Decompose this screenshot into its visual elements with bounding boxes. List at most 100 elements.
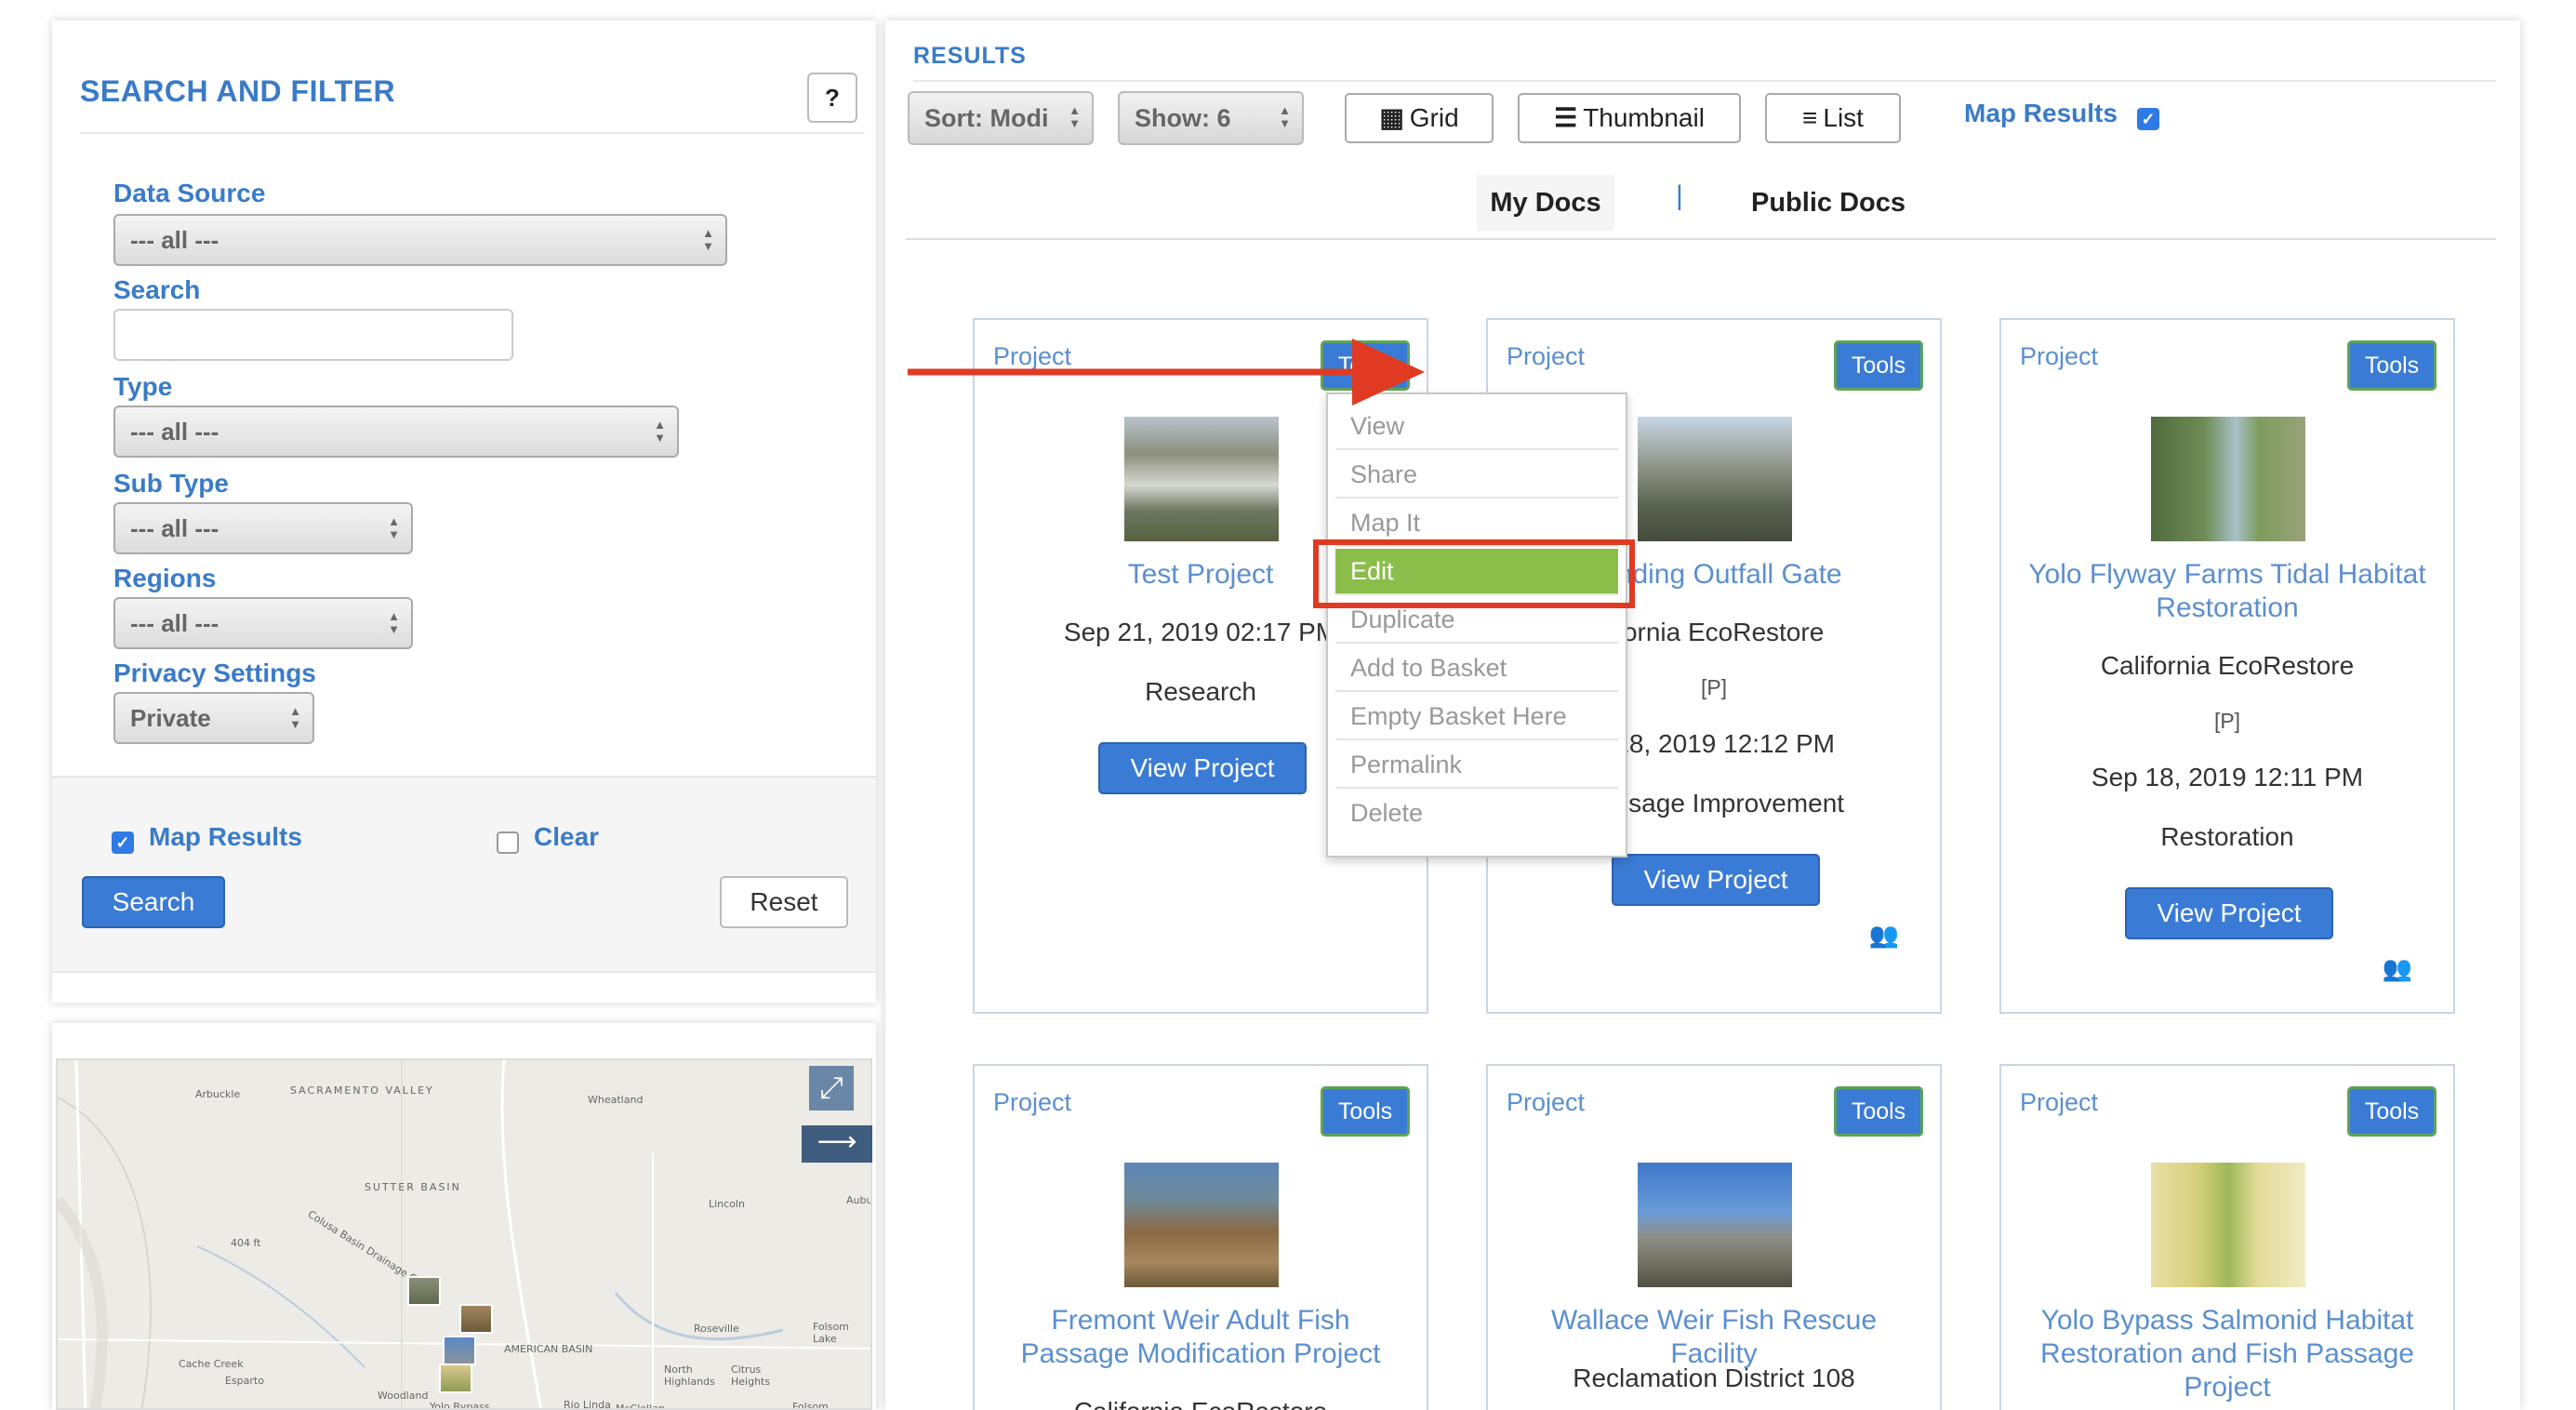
clear-checkbox[interactable] <box>497 831 519 854</box>
project-card: Project Tools Wallace Weir Fish Rescue F… <box>1486 1064 1942 1410</box>
expand-icon[interactable]: ⤢ <box>809 1066 854 1111</box>
project-title[interactable]: Yolo Flyway Farms Tidal Habitat Restorat… <box>2020 558 2435 625</box>
map-results-checkbox[interactable]: ✓ <box>2137 108 2159 130</box>
type-label: Type <box>113 372 173 401</box>
results-title: RESULTS <box>913 43 1027 69</box>
list-view-button[interactable]: ≡ List <box>1765 93 1901 143</box>
menu-item-view[interactable]: View <box>1335 404 1618 450</box>
privacy-value: Private <box>130 704 211 732</box>
menu-item-add-to-basket[interactable]: Add to Basket <box>1335 645 1618 692</box>
regions-label: Regions <box>113 564 217 592</box>
annotation-arrow-icon <box>908 339 1425 406</box>
menu-item-empty-basket-here[interactable]: Empty Basket Here <box>1335 694 1618 740</box>
select-arrows-icon: ▲ ▼ <box>388 514 400 541</box>
grid-view-button[interactable]: ▦ Grid <box>1345 93 1494 143</box>
tab-public-docs[interactable]: Public Docs <box>1745 175 1912 231</box>
map-label: SUTTER BASIN <box>365 1181 461 1193</box>
tools-button[interactable]: Tools <box>1834 340 1923 391</box>
map-label: SACRAMENTO VALLEY <box>290 1084 434 1097</box>
project-title[interactable]: Wallace Weir Fish Rescue Facility <box>1507 1304 1921 1371</box>
map-label: Esparto <box>225 1375 264 1387</box>
project-title[interactable]: Yolo Bypass Salmonid Habitat Restoration… <box>2020 1304 2435 1404</box>
view-project-button[interactable]: View Project <box>2125 887 2333 939</box>
project-category: Restoration <box>2160 822 2294 851</box>
map-label: McClellan <box>616 1403 665 1410</box>
view-project-button[interactable]: View Project <box>1612 854 1820 906</box>
map-panel: Arbuckle SACRAMENTO VALLEY Wheatland SUT… <box>52 1023 876 1410</box>
map-label: Folsom Lake <box>813 1321 849 1345</box>
card-type: Project <box>2020 342 2099 370</box>
thumbnail-label: Thumbnail <box>1583 103 1705 132</box>
project-organization: California EcoRestore <box>2100 651 2355 680</box>
map-label: Citrus Heights <box>731 1363 771 1388</box>
menu-item-share[interactable]: Share <box>1335 452 1618 499</box>
search-label: Search <box>113 275 201 304</box>
tools-button[interactable]: Tools <box>1321 1086 1410 1137</box>
subtype-label: Sub Type <box>113 469 229 498</box>
data-source-value: --- all --- <box>130 226 219 254</box>
select-arrows-icon: ▲ ▼ <box>1279 103 1291 130</box>
annotation-highlight-box <box>1313 539 1635 608</box>
map-results-checkbox[interactable]: ✓ <box>112 831 134 854</box>
map-canvas[interactable]: Arbuckle SACRAMENTO VALLEY Wheatland SUT… <box>56 1058 872 1410</box>
project-thumbnail[interactable] <box>2151 417 2305 541</box>
project-thumbnail[interactable] <box>1124 1163 1279 1287</box>
project-organization: California EcoRestore <box>984 1397 1417 1410</box>
map-label: Yolo Bypass <box>430 1401 490 1410</box>
select-arrows-icon: ▲ ▼ <box>1069 103 1081 130</box>
tools-button[interactable]: Tools <box>2347 1086 2437 1137</box>
search-filter-panel: SEARCH AND FILTER ? Data Source --- all … <box>52 20 876 1003</box>
tab-my-docs[interactable]: My Docs <box>1477 175 1614 231</box>
project-thumbnail[interactable] <box>1638 417 1792 541</box>
divider <box>52 971 876 973</box>
map-label: Rio Linda <box>564 1399 611 1410</box>
show-select[interactable]: Show: 6 ▲ ▼ <box>1118 91 1304 145</box>
tools-button[interactable]: Tools <box>2347 340 2437 391</box>
tools-button[interactable]: Tools <box>1834 1086 1923 1137</box>
group-share-icon: 👥 <box>1868 921 1899 949</box>
menu-item-delete[interactable]: Delete <box>1335 791 1618 837</box>
map-results-label[interactable]: Map Results <box>1964 99 2118 128</box>
regions-select[interactable]: --- all --- ▲ ▼ <box>113 597 413 649</box>
reset-button[interactable]: Reset <box>720 876 848 928</box>
data-source-select[interactable]: --- all --- ▲ ▼ <box>113 214 727 266</box>
subtype-select[interactable]: --- all --- ▲ ▼ <box>113 502 413 554</box>
card-type: Project <box>993 1088 1072 1116</box>
group-share-icon: 👥 <box>2382 954 2412 982</box>
privacy-label: Privacy Settings <box>113 658 316 687</box>
select-arrows-icon: ▲ ▼ <box>388 609 400 636</box>
view-project-button[interactable]: View Project <box>1098 742 1307 794</box>
project-title[interactable]: Fremont Weir Adult Fish Passage Modifica… <box>993 1304 1408 1371</box>
map-label: Cache Creek <box>179 1358 244 1370</box>
thumbnail-icon: ☰ <box>1554 103 1578 132</box>
filter-title: SEARCH AND FILTER <box>80 74 396 108</box>
map-label: AMERICAN BASIN <box>504 1343 593 1355</box>
map-results-label: Map Results <box>149 822 302 851</box>
sort-select[interactable]: Sort: Modi ▲ ▼ <box>908 91 1094 145</box>
map-label: Folsom <box>792 1401 829 1410</box>
project-thumbnail[interactable] <box>2151 1163 2305 1287</box>
help-button[interactable]: ? <box>807 73 857 123</box>
project-flag: [P] <box>2213 709 2241 733</box>
search-button[interactable]: Search <box>82 876 225 928</box>
subtype-value: --- all --- <box>130 514 219 542</box>
divider <box>80 132 865 134</box>
search-input[interactable] <box>113 309 513 361</box>
map-project-marker[interactable] <box>443 1336 476 1365</box>
type-select[interactable]: --- all --- ▲ ▼ <box>113 406 679 458</box>
privacy-select[interactable]: Private ▲ ▼ <box>113 692 314 744</box>
map-project-marker[interactable] <box>439 1363 472 1393</box>
map-label: Wheatland <box>588 1094 644 1106</box>
map-project-marker[interactable] <box>459 1304 493 1334</box>
select-arrows-icon: ▲ ▼ <box>702 226 714 253</box>
grid-icon: ▦ <box>1379 103 1404 132</box>
menu-item-permalink[interactable]: Permalink <box>1335 742 1618 789</box>
thumbnail-view-button[interactable]: ☰ Thumbnail <box>1518 93 1741 143</box>
project-card: Project Tools Yolo Bypass Salmonid Habit… <box>1999 1064 2455 1410</box>
project-thumbnail[interactable] <box>1124 417 1279 541</box>
arrow-right-icon[interactable]: ⟶ <box>802 1125 872 1163</box>
sort-value: Sort: Modi <box>924 104 1049 132</box>
map-project-marker[interactable] <box>407 1276 441 1306</box>
project-thumbnail[interactable] <box>1638 1163 1792 1287</box>
select-arrows-icon: ▲ ▼ <box>654 418 666 445</box>
